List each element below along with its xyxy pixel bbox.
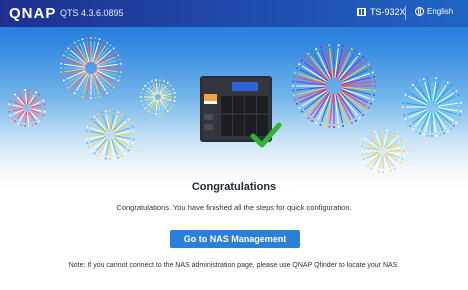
go-to-nas-management-button[interactable]: Go to NAS Management — [170, 230, 300, 248]
page-title: Congratulations — [191, 181, 277, 193]
qfinder-note: Note: If you cannot connect to the NAS a… — [68, 262, 400, 269]
firework-7 — [361, 129, 405, 173]
completion-message: Congratulations. You have finished all t… — [116, 203, 352, 212]
checkmark-icon — [250, 122, 282, 148]
firework-3 — [85, 110, 135, 160]
firework-5 — [292, 44, 376, 128]
firework-4 — [140, 79, 176, 115]
firework-1 — [60, 37, 122, 99]
firework-2 — [8, 89, 46, 127]
firework-6 — [402, 77, 462, 137]
